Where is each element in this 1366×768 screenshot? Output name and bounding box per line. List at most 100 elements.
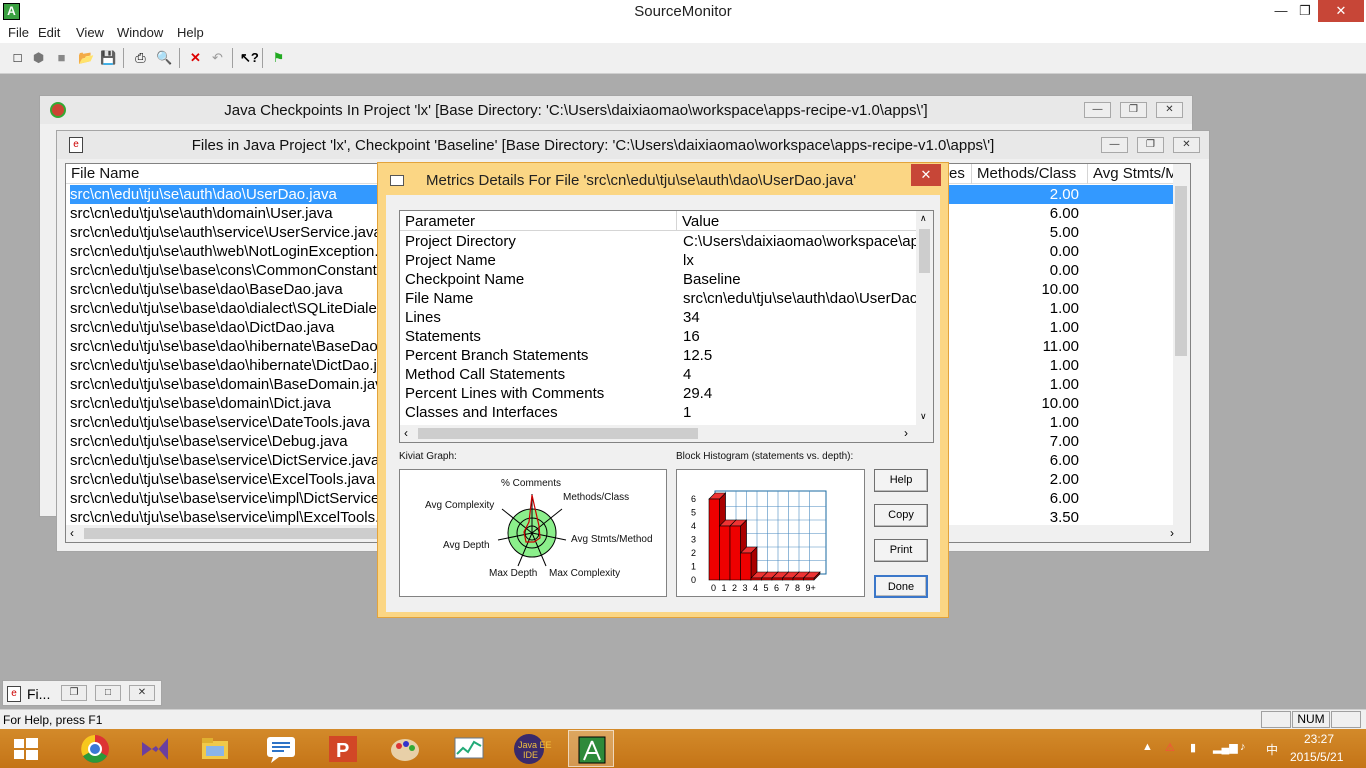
powerpoint-icon[interactable]: P bbox=[320, 730, 366, 767]
file-name-cell: src\cn\edu\tju\se\base\dao\BaseDao.java bbox=[70, 281, 343, 298]
scroll-left-icon[interactable]: ‹ bbox=[404, 426, 408, 440]
windows-start-icon[interactable] bbox=[2, 730, 48, 767]
checkpoints-minimize-button[interactable]: — bbox=[1084, 102, 1111, 118]
file-name-cell: src\cn\edu\tju\se\auth\service\UserServi… bbox=[70, 224, 380, 241]
copy-checkpoint-icon[interactable]: ■ bbox=[52, 48, 71, 68]
show-hidden-icons-icon[interactable]: ▲ bbox=[1142, 741, 1153, 753]
checkpoints-restore-button[interactable]: ❐ bbox=[1120, 102, 1147, 118]
done-button[interactable]: Done bbox=[874, 575, 928, 598]
print-button[interactable]: Print bbox=[874, 539, 928, 562]
list-item[interactable]: Classes and Interfaces 1 bbox=[405, 404, 917, 423]
checkpoints-close-button[interactable]: ✕ bbox=[1156, 102, 1183, 118]
exit-icon[interactable]: ⚑ bbox=[269, 48, 288, 68]
scroll-left-icon[interactable]: ‹ bbox=[70, 526, 74, 540]
parameter-list[interactable]: Parameter Value Project Directory C:\User… bbox=[399, 210, 934, 443]
scroll-thumb[interactable] bbox=[84, 528, 384, 539]
copy-button[interactable]: Copy bbox=[874, 504, 928, 527]
input-method-indicator[interactable]: 中 bbox=[1266, 741, 1278, 758]
histogram-label: Block Histogram (statements vs. depth): bbox=[676, 451, 854, 462]
help-button[interactable]: Help bbox=[874, 469, 928, 492]
kiviat-label: Kiviat Graph: bbox=[399, 451, 457, 462]
clock-time[interactable]: 23:27 bbox=[1304, 732, 1334, 746]
scroll-up-icon[interactable]: ∧ bbox=[920, 213, 927, 224]
column-value[interactable]: Value bbox=[677, 211, 917, 231]
dialog-close-button[interactable]: ✕ bbox=[911, 164, 941, 186]
list-item[interactable]: File Name src\cn\edu\tju\se\auth\dao\User… bbox=[405, 290, 917, 309]
menu-file[interactable]: File bbox=[8, 25, 29, 40]
param-vertical-scrollbar[interactable]: ∧ ∨ bbox=[916, 211, 933, 426]
close-button[interactable]: ✕ bbox=[1318, 0, 1364, 22]
list-item[interactable]: Percent Lines with Comments 29.4 bbox=[405, 385, 917, 404]
menu-view[interactable]: View bbox=[76, 25, 104, 40]
list-item[interactable]: Checkpoint Name Baseline bbox=[405, 271, 917, 290]
param-horizontal-scrollbar[interactable]: ‹ › bbox=[400, 425, 933, 442]
save-icon[interactable]: 💾 bbox=[99, 48, 118, 68]
column-file-name[interactable]: File Name bbox=[71, 165, 139, 182]
new-icon[interactable]: □ bbox=[8, 48, 27, 68]
checkpoints-title: Java Checkpoints In Project 'lx' [Base D… bbox=[224, 102, 928, 119]
file-name-cell: src\cn\edu\tju\se\base\domain\BaseDomain… bbox=[70, 376, 380, 393]
new-checkpoint-icon[interactable]: ⬢ bbox=[29, 48, 48, 68]
column-classes[interactable]: es bbox=[949, 165, 965, 182]
volume-icon[interactable]: ♪ bbox=[1240, 741, 1246, 753]
minimized-maximize-button[interactable]: □ bbox=[95, 685, 121, 701]
scroll-down-icon[interactable]: ∨ bbox=[920, 411, 927, 422]
chrome-icon[interactable] bbox=[72, 730, 118, 767]
context-help-icon[interactable]: ↖? bbox=[239, 48, 259, 68]
menu-edit[interactable]: Edit bbox=[38, 25, 60, 40]
parameter-value: lx bbox=[683, 252, 694, 269]
menu-help[interactable]: Help bbox=[177, 25, 204, 40]
files-restore-button[interactable]: ❐ bbox=[1137, 137, 1164, 153]
paint-icon[interactable] bbox=[382, 730, 428, 767]
java-ee-ide-icon[interactable]: Java EE IDE bbox=[506, 730, 552, 767]
menu-window[interactable]: Window bbox=[117, 25, 163, 40]
kiviat-axis-avg-depth: Avg Depth bbox=[443, 540, 490, 551]
signal-icon[interactable]: ▂▄▆ bbox=[1213, 741, 1238, 754]
list-item[interactable]: Project Name lx bbox=[405, 252, 917, 271]
network-warning-icon[interactable]: ⚠ bbox=[1165, 741, 1175, 754]
visual-studio-icon[interactable] bbox=[132, 730, 178, 767]
parameter-value: src\cn\edu\tju\se\auth\dao\UserDao.java bbox=[683, 290, 917, 307]
print-preview-icon[interactable]: 🔍 bbox=[155, 48, 174, 68]
app-title-bar: A SourceMonitor — ❐ ✕ bbox=[0, 0, 1366, 24]
file-list-vertical-scrollbar[interactable] bbox=[1173, 164, 1190, 526]
sourcemonitor-taskbar-icon[interactable] bbox=[568, 730, 614, 767]
battery-icon[interactable]: ▮ bbox=[1190, 741, 1196, 754]
list-item[interactable]: Statements 16 bbox=[405, 328, 917, 347]
messaging-icon[interactable] bbox=[258, 730, 304, 767]
minimized-close-button[interactable]: ✕ bbox=[129, 685, 155, 701]
file-explorer-icon[interactable] bbox=[192, 730, 238, 767]
scroll-thumb[interactable] bbox=[1175, 186, 1187, 356]
scroll-thumb[interactable] bbox=[919, 229, 930, 273]
maximize-button[interactable]: ❐ bbox=[1290, 0, 1320, 22]
minimized-restore-button[interactable]: ❐ bbox=[61, 685, 87, 701]
column-parameter[interactable]: Parameter bbox=[400, 211, 677, 231]
methods-class-cell: 10.00 bbox=[1041, 281, 1079, 298]
list-item[interactable]: Lines 34 bbox=[405, 309, 917, 328]
resource-monitor-icon[interactable] bbox=[446, 730, 492, 767]
kiviat-graph: % Comments Methods/Class Avg Stmts/Metho… bbox=[399, 469, 667, 597]
methods-class-cell: 2.00 bbox=[1049, 471, 1079, 488]
status-help-text: For Help, press F1 bbox=[3, 713, 103, 727]
delete-icon[interactable]: ✕ bbox=[186, 48, 205, 68]
clock-date[interactable]: 2015/5/21 bbox=[1290, 750, 1343, 764]
list-item[interactable]: Project Directory C:\Users\daixiaomao\wor… bbox=[405, 233, 917, 252]
scroll-thumb[interactable] bbox=[418, 428, 698, 439]
column-avg-stmts[interactable]: Avg Stmts/Me bbox=[1093, 165, 1185, 182]
parameter-name: Percent Lines with Comments bbox=[405, 385, 605, 402]
file-name-cell: src\cn\edu\tju\se\base\dao\DictDao.java bbox=[70, 319, 335, 336]
list-item[interactable]: Percent Branch Statements 12.5 bbox=[405, 347, 917, 366]
scroll-right-icon[interactable]: › bbox=[1170, 526, 1174, 540]
open-icon[interactable]: 📂 bbox=[77, 48, 96, 68]
parameter-name: Method Call Statements bbox=[405, 366, 566, 383]
print-icon[interactable]: ⎙ bbox=[131, 48, 150, 68]
undo-icon[interactable]: ↶ bbox=[208, 48, 227, 68]
files-minimize-button[interactable]: — bbox=[1101, 137, 1128, 153]
list-item[interactable]: Method Call Statements 4 bbox=[405, 366, 917, 385]
status-panel bbox=[1331, 711, 1361, 728]
column-methods-class[interactable]: Methods/Class bbox=[977, 165, 1076, 182]
files-close-button[interactable]: ✕ bbox=[1173, 137, 1200, 153]
minimized-window[interactable]: e Fi... ❐ □ ✕ bbox=[2, 680, 162, 706]
file-name-cell: src\cn\edu\tju\se\base\dao\dialect\SQLit… bbox=[70, 300, 380, 317]
scroll-right-icon[interactable]: › bbox=[904, 426, 908, 440]
